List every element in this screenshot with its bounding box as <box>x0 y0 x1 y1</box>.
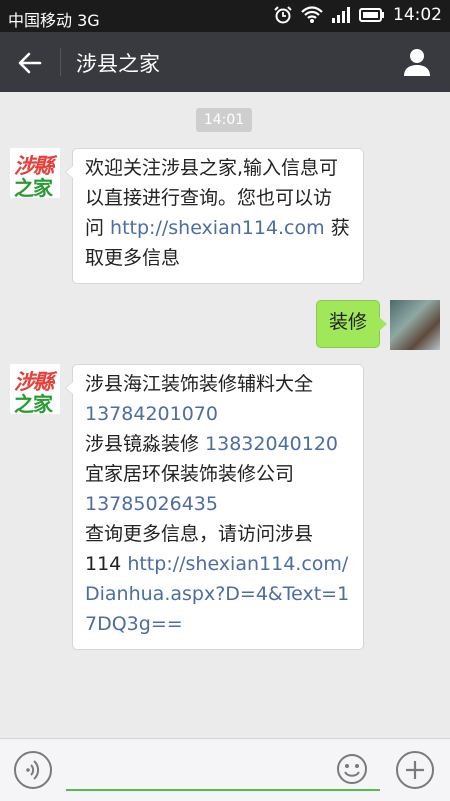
website-link-continued[interactable]: 7DQ3g== <box>85 609 353 639</box>
user-avatar[interactable] <box>390 300 440 350</box>
wifi-icon <box>301 6 323 23</box>
back-arrow-icon[interactable] <box>16 49 44 77</box>
website-link[interactable]: http://shexian114.com <box>110 217 325 239</box>
message-bubble-welcome[interactable]: 欢迎关注涉县之家,输入信息可 以直接进行查询。您也可以访 问 http://sh… <box>65 148 364 284</box>
message-input[interactable] <box>66 751 380 791</box>
website-link[interactable]: http://shexian114.com/ <box>127 553 348 575</box>
website-link-continued[interactable]: Dianhua.aspx?D=4&Text=1 <box>85 579 353 609</box>
signal-icon <box>332 7 350 23</box>
input-bar <box>0 738 450 801</box>
carrier-label: 中国移动 3G <box>8 11 100 30</box>
message-timestamp: 14:01 <box>196 108 252 132</box>
profile-icon[interactable] <box>402 47 432 77</box>
chat-area[interactable]: 14:01 涉縣 之家 欢迎关注涉县之家,输入信息可 以直接进行查询。您也可以访… <box>0 92 450 738</box>
clock: 14:02 <box>393 5 442 25</box>
title-bar: 涉县之家 <box>0 32 450 92</box>
message-line: 问 http://shexian114.com 获 <box>85 217 350 239</box>
message-line: 宜家居环保装饰装修公司 <box>85 463 295 485</box>
message-line: 查询更多信息，请访问涉县 <box>85 523 314 545</box>
message-line: 114 http://shexian114.com/ <box>85 553 349 575</box>
more-options-button[interactable] <box>396 751 434 789</box>
message-line: 涉县镜淼装修 13832040120 <box>85 433 339 455</box>
message-line: 以直接进行查询。您也可以访 <box>85 187 333 209</box>
message-line: 取更多信息 <box>85 247 181 269</box>
message-bubble-sent[interactable]: 装修 <box>316 300 387 348</box>
phone-link[interactable]: 13784201070 <box>85 399 353 429</box>
message-bubble-results[interactable]: 涉县海江装饰装修辅料大全 13784201070 涉县镜淼装修 13832040… <box>65 364 364 650</box>
voice-toggle-button[interactable] <box>14 751 52 789</box>
logo-text-bottom: 之家 <box>14 392 53 414</box>
status-bar: 中国移动 3G 14:02 <box>0 0 450 32</box>
official-account-avatar[interactable]: 涉縣 之家 <box>10 364 60 414</box>
plus-icon <box>406 761 424 779</box>
logo-text-bottom: 之家 <box>14 176 53 198</box>
sent-message-text: 装修 <box>329 311 368 333</box>
phone-link[interactable]: 13785026435 <box>85 489 353 519</box>
official-account-avatar[interactable]: 涉縣 之家 <box>10 148 60 198</box>
message-line: 涉县海江装饰装修辅料大全 <box>85 373 314 395</box>
phone-link[interactable]: 13832040120 <box>205 433 338 455</box>
status-icons: 14:02 <box>273 5 442 25</box>
emoji-icon[interactable] <box>336 753 368 785</box>
message-line: 欢迎关注涉县之家,输入信息可 <box>85 157 339 179</box>
battery-icon <box>359 8 384 22</box>
title-divider <box>60 48 61 76</box>
chat-title: 涉县之家 <box>76 52 160 76</box>
alarm-icon <box>274 6 292 24</box>
voice-icon <box>26 760 40 780</box>
